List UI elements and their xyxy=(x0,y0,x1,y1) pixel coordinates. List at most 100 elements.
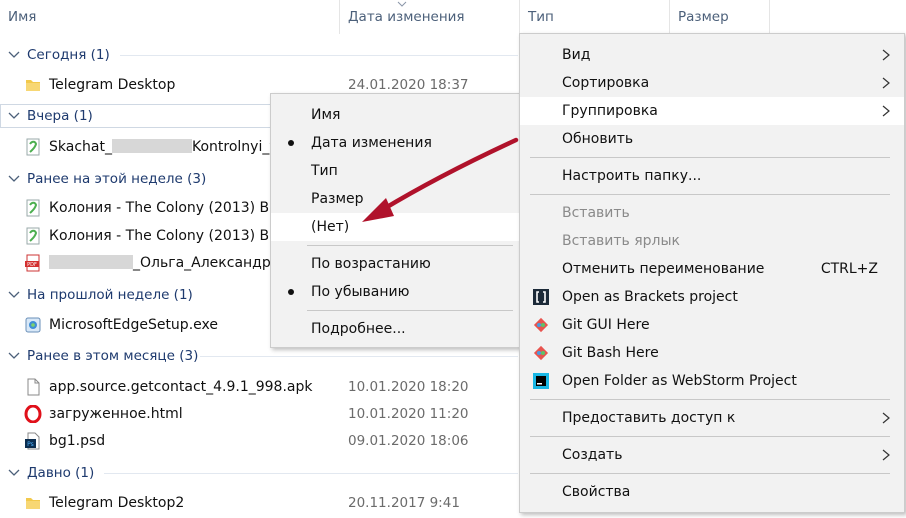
file-row[interactable]: Колония - The Colony (2013) BD xyxy=(0,196,280,220)
file-name: bg1.psd xyxy=(49,433,106,449)
submenu-item-more[interactable]: Подробнее... xyxy=(271,315,521,343)
menu-item-new[interactable]: Создать xyxy=(520,441,904,469)
menu-separator xyxy=(530,436,890,437)
menu-item-open-brackets[interactable]: Open as Brackets project xyxy=(520,283,904,311)
menu-item-git-gui[interactable]: Git GUI Here xyxy=(520,311,904,339)
file-row[interactable]: загруженное.html 10.01.2020 11:20 xyxy=(0,402,520,426)
menu-item-shortcut: CTRL+Z xyxy=(820,261,878,277)
menu-item-label: Вид xyxy=(562,47,591,63)
menu-item-label: Предоставить доступ к xyxy=(562,410,736,426)
submenu-item-date-modified[interactable]: Дата изменения xyxy=(271,129,521,157)
menu-item-label: Вставить ярлык xyxy=(562,233,681,249)
sort-descending-icon xyxy=(397,1,407,7)
column-date-header[interactable]: Дата изменения xyxy=(340,0,520,34)
column-size-header[interactable]: Размер xyxy=(670,0,770,34)
group-header-long-ago[interactable]: Давно (1) xyxy=(0,461,520,485)
column-name-label: Имя xyxy=(8,9,37,25)
webstorm-icon xyxy=(533,373,549,389)
chevron-down-icon xyxy=(8,175,20,182)
installer-icon xyxy=(25,317,41,333)
menu-item-label: Тип xyxy=(311,163,338,179)
menu-item-sort[interactable]: Сортировка xyxy=(520,69,904,97)
menu-item-paste[interactable]: Вставить xyxy=(520,199,904,227)
menu-item-undo-rename[interactable]: Отменить переименование CTRL+Z xyxy=(520,255,904,283)
file-name: Skachat_ Kontrolnyi_vy xyxy=(49,139,286,155)
file-row[interactable]: app.source.getcontact_4.9.1_998.apk 10.0… xyxy=(0,375,520,399)
menu-item-label: Open as Brackets project xyxy=(562,289,738,305)
menu-item-label: По возрастанию xyxy=(311,256,431,272)
grouping-submenu: Имя Дата изменения Тип Размер (Нет) По в… xyxy=(270,93,522,348)
redacted-text xyxy=(49,255,133,269)
file-row[interactable]: Ps bg1.psd 09.01.2020 18:06 xyxy=(0,429,520,453)
menu-item-label: Сортировка xyxy=(562,75,650,91)
menu-item-label: Настроить папку... xyxy=(562,168,702,184)
group-header-earlier-this-week[interactable]: Ранее на этой неделе (3) xyxy=(0,167,270,191)
menu-item-give-access[interactable]: Предоставить доступ к xyxy=(520,404,904,432)
menu-item-properties[interactable]: Свойства xyxy=(520,478,904,506)
menu-item-label: Отменить переименование xyxy=(562,261,765,277)
file-date: 10.01.2020 18:20 xyxy=(348,379,469,395)
group-header-last-week[interactable]: На прошлой неделе (1) xyxy=(0,283,270,307)
menu-separator xyxy=(530,157,890,158)
chevron-right-icon xyxy=(882,412,890,424)
file-date: 10.01.2020 11:20 xyxy=(348,406,469,422)
column-name-header[interactable]: Имя xyxy=(0,0,340,34)
chevron-down-icon xyxy=(8,469,20,476)
column-type-label: Тип xyxy=(528,9,554,25)
chevron-right-icon xyxy=(882,449,890,461)
file-icon xyxy=(27,378,40,396)
submenu-item-size[interactable]: Размер xyxy=(271,185,521,213)
group-label: Ранее в этом месяце (3) xyxy=(27,348,199,364)
menu-item-label: Вставить xyxy=(562,205,630,221)
git-icon xyxy=(533,317,549,333)
radio-check-icon xyxy=(288,140,294,146)
submenu-item-ascending[interactable]: По возрастанию xyxy=(271,250,521,278)
menu-item-label: Git Bash Here xyxy=(562,345,659,361)
git-icon xyxy=(533,345,549,361)
file-row[interactable]: PDF _Ольга_Александро xyxy=(0,251,279,275)
menu-item-refresh[interactable]: Обновить xyxy=(520,125,904,153)
folder-icon xyxy=(26,498,40,509)
menu-item-open-webstorm[interactable]: Open Folder as WebStorm Project xyxy=(520,367,904,395)
group-label: Сегодня (1) xyxy=(27,47,110,63)
submenu-item-type[interactable]: Тип xyxy=(271,157,521,185)
file-name: _Ольга_Александро xyxy=(49,251,279,275)
file-row[interactable]: Skachat_ Kontrolnyi_vy xyxy=(0,135,286,159)
menu-item-group-by[interactable]: Группировка xyxy=(520,97,904,125)
submenu-item-descending[interactable]: По убыванию xyxy=(271,278,521,306)
menu-item-customize-folder[interactable]: Настроить папку... xyxy=(520,162,904,190)
menu-item-label: По убыванию xyxy=(311,284,410,300)
menu-separator xyxy=(530,194,890,195)
group-label: На прошлой неделе (1) xyxy=(27,287,193,303)
group-label: Вчера (1) xyxy=(27,108,93,124)
column-type-header[interactable]: Тип xyxy=(520,0,670,34)
chevron-down-icon xyxy=(8,291,20,298)
chevron-down-icon xyxy=(8,112,20,119)
submenu-item-name[interactable]: Имя xyxy=(271,101,521,129)
file-name: Telegram Desktop2 xyxy=(49,495,185,511)
menu-item-paste-shortcut[interactable]: Вставить ярлык xyxy=(520,227,904,255)
file-name: загруженное.html xyxy=(49,406,183,422)
file-row[interactable]: MicrosoftEdgeSetup.exe xyxy=(0,313,270,337)
file-row[interactable]: Telegram Desktop2 20.11.2017 9:41 xyxy=(0,491,520,515)
menu-item-label: Имя xyxy=(311,107,341,123)
column-size-label: Размер xyxy=(678,9,729,25)
menu-item-view[interactable]: Вид xyxy=(520,41,904,69)
group-label: Давно (1) xyxy=(27,465,95,481)
menu-item-label: (Нет) xyxy=(311,219,350,235)
menu-item-git-bash[interactable]: Git Bash Here xyxy=(520,339,904,367)
menu-item-label: Создать xyxy=(562,447,623,463)
menu-item-label: Группировка xyxy=(562,103,658,119)
radio-check-icon xyxy=(288,289,294,295)
chevron-down-icon xyxy=(8,51,20,58)
group-label: Ранее на этой неделе (3) xyxy=(27,171,207,187)
file-name: MicrosoftEdgeSetup.exe xyxy=(49,317,218,333)
submenu-item-none[interactable]: (Нет) xyxy=(271,213,521,241)
folder-icon xyxy=(26,80,40,91)
pdf-icon: PDF xyxy=(25,254,40,272)
file-row[interactable]: Колония - The Colony (2013) BD xyxy=(0,224,280,248)
group-header-today[interactable]: Сегодня (1) xyxy=(0,43,520,67)
photoshop-icon: Ps xyxy=(25,432,40,450)
file-date: 20.11.2017 9:41 xyxy=(348,495,460,511)
file-date: 09.01.2020 18:06 xyxy=(348,433,469,449)
